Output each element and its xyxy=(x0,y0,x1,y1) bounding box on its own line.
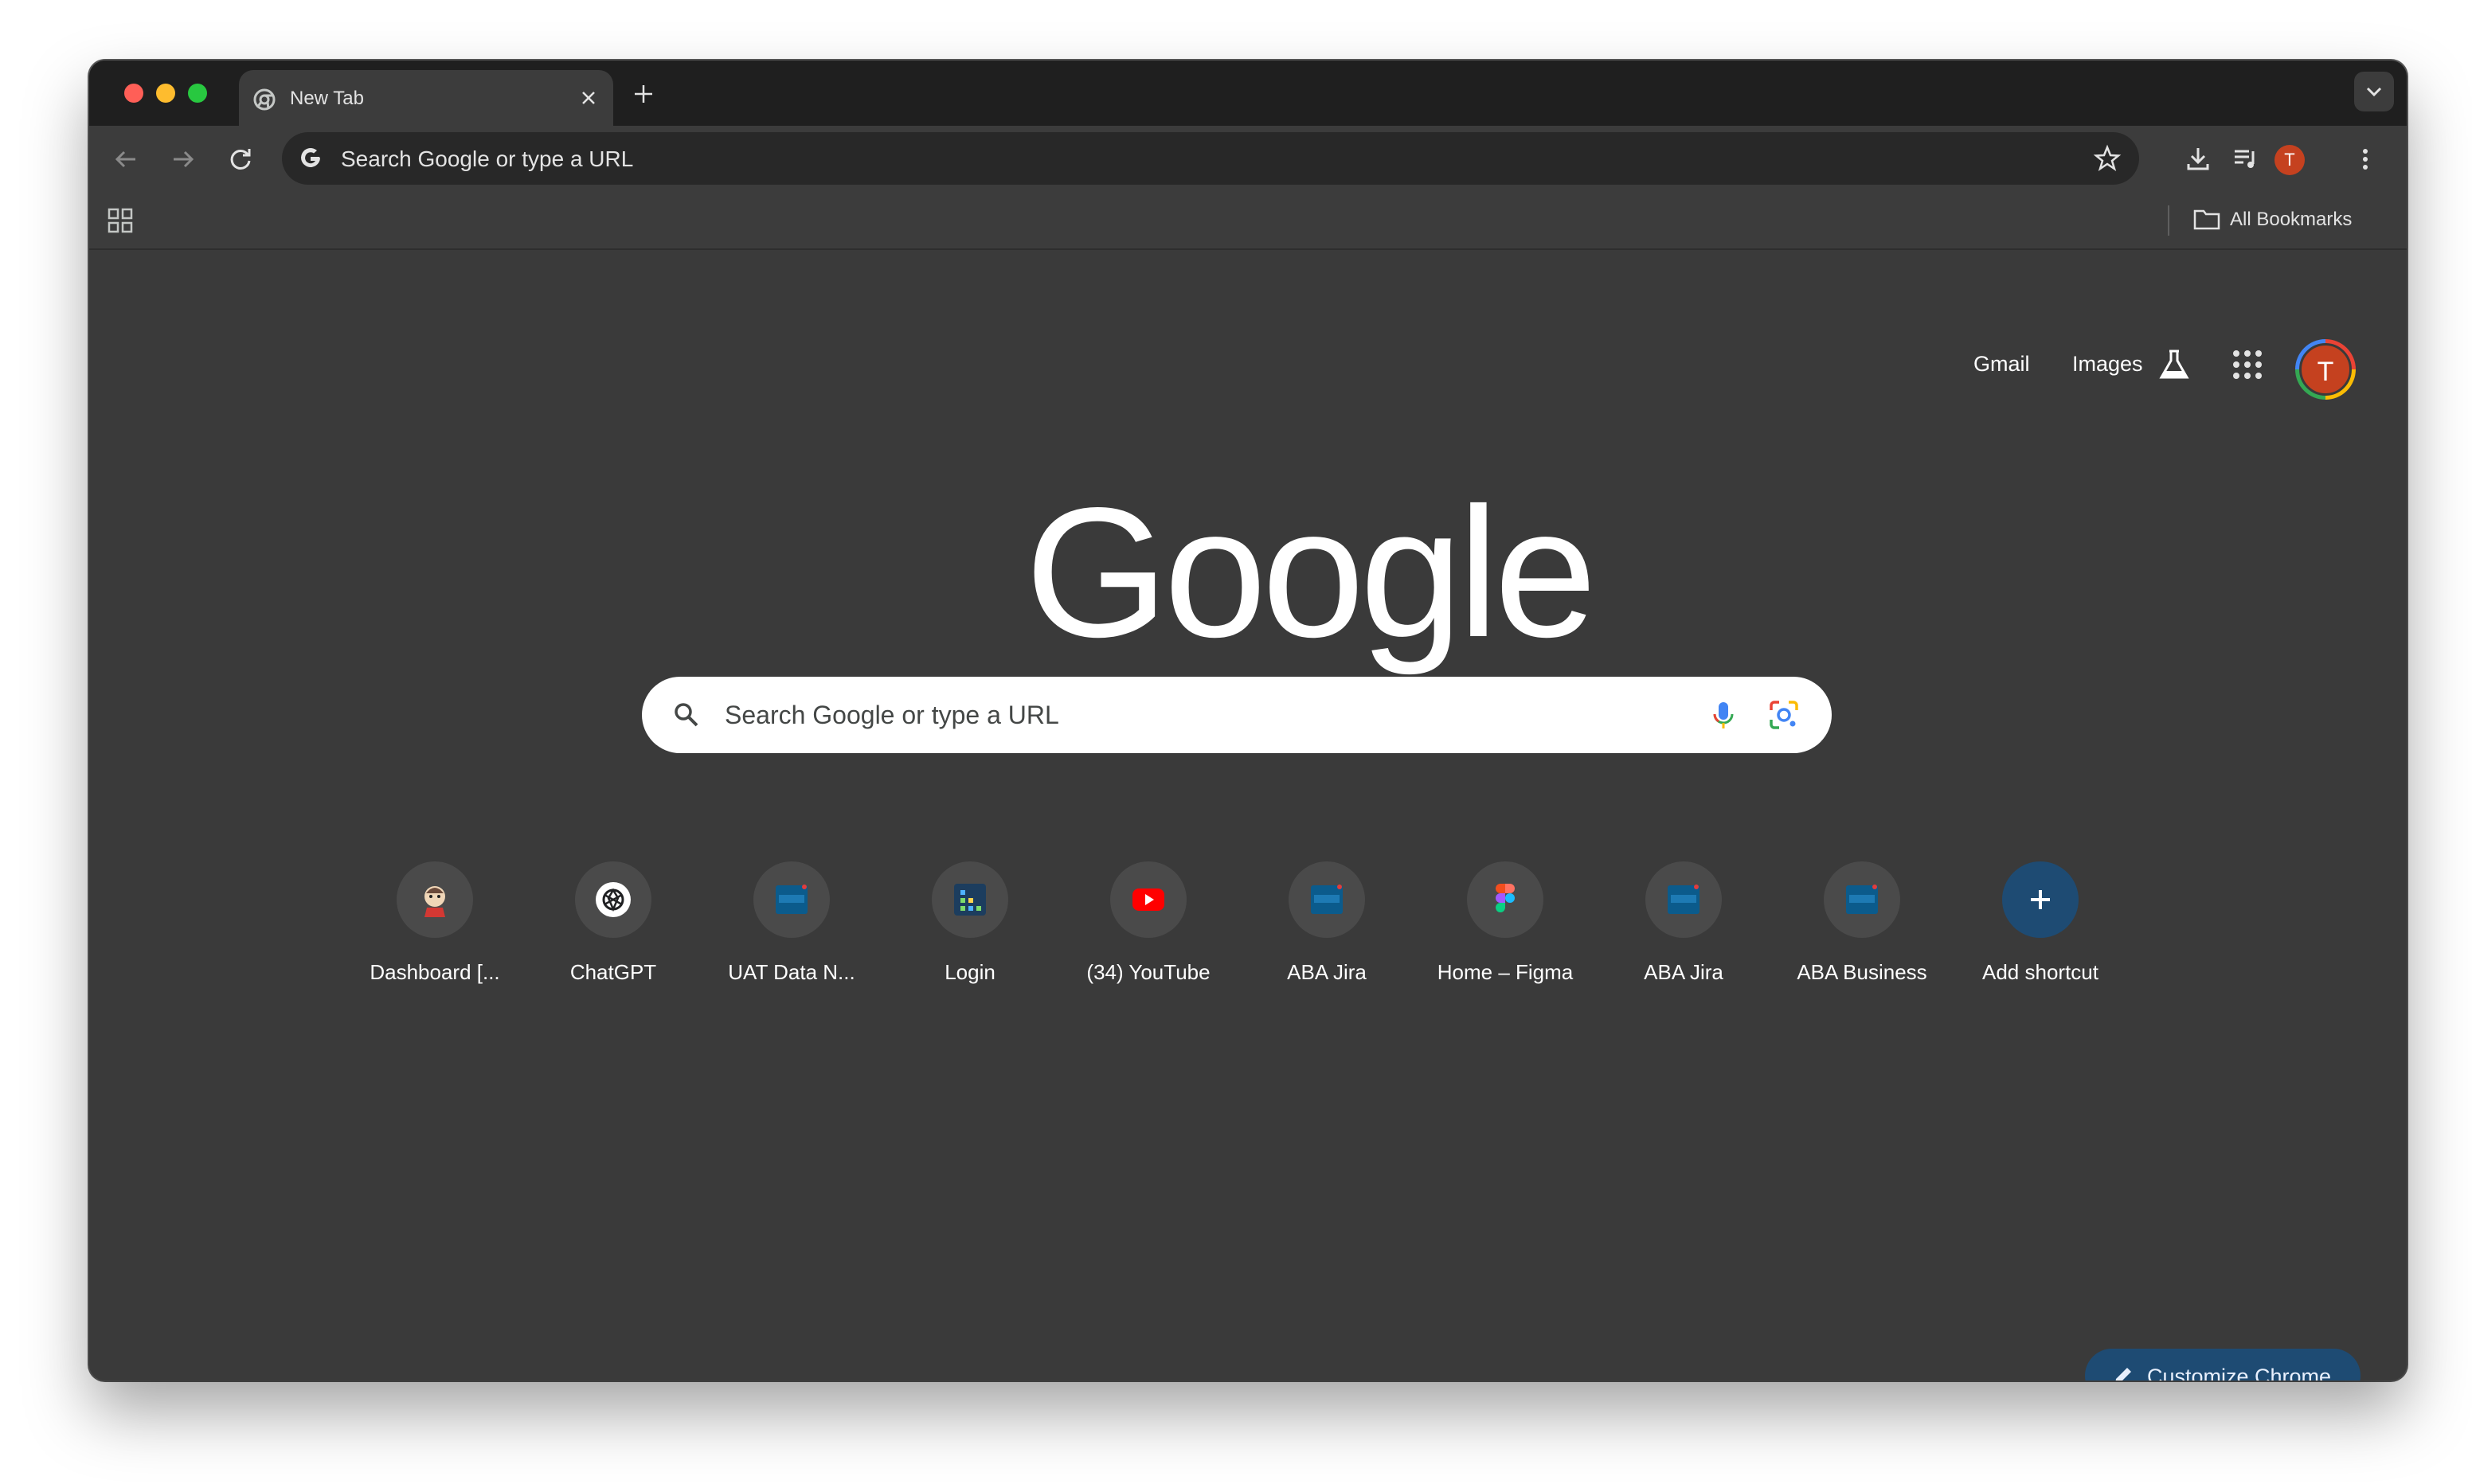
images-link[interactable]: Images xyxy=(2072,352,2143,377)
google-lens-icon[interactable] xyxy=(1766,697,1801,732)
shortcut-icon-circle xyxy=(1645,861,1722,938)
google-g-icon xyxy=(301,147,320,167)
tab-search-button[interactable] xyxy=(2354,72,2394,111)
shortcut-tile[interactable]: Login xyxy=(881,861,1059,997)
close-window-button[interactable] xyxy=(124,84,143,103)
close-tab-icon[interactable] xyxy=(580,89,597,107)
shortcut-label: ABA Jira xyxy=(1287,960,1367,984)
back-button[interactable] xyxy=(111,145,140,174)
openai-icon xyxy=(596,882,631,917)
search-box[interactable]: Search Google or type a URL xyxy=(642,677,1832,753)
more-menu-icon[interactable] xyxy=(2351,145,2380,174)
shortcut-label: Dashboard [... xyxy=(370,960,500,984)
tab-title: New Tab xyxy=(290,88,364,109)
shortcut-tile[interactable]: Home – Figma xyxy=(1416,861,1594,997)
shortcut-tile[interactable]: ABA Jira xyxy=(1238,861,1416,997)
bookmark-star-icon[interactable] xyxy=(2093,144,2122,173)
search-icon xyxy=(675,703,698,727)
omnibox-placeholder: Search Google or type a URL xyxy=(341,146,634,171)
all-bookmarks-link[interactable]: All Bookmarks xyxy=(2230,209,2352,231)
maximize-window-button[interactable] xyxy=(188,84,207,103)
shortcut-label: ABA Jira xyxy=(1644,960,1723,984)
shortcut-icon-circle xyxy=(1824,861,1900,938)
shortcut-icon-circle xyxy=(932,861,1008,938)
google-apps-icon[interactable] xyxy=(2231,349,2263,381)
shortcut-label: UAT Data N... xyxy=(728,960,855,984)
shortcut-label: ABA Business xyxy=(1797,960,1927,984)
aba-bank-icon xyxy=(1311,885,1343,914)
shortcut-tile[interactable]: UAT Data N... xyxy=(702,861,881,997)
shortcut-tile[interactable]: ChatGPT xyxy=(524,861,702,997)
aba-bank-icon xyxy=(1668,885,1699,914)
minimize-window-button[interactable] xyxy=(156,84,175,103)
shortcut-label: (34) YouTube xyxy=(1086,960,1211,984)
shortcut-tile[interactable]: Dashboard [... xyxy=(346,861,524,997)
account-avatar[interactable]: T xyxy=(2299,343,2352,396)
shortcut-tile[interactable]: ABA Jira xyxy=(1594,861,1773,997)
aba-bank-icon xyxy=(1846,885,1878,914)
omnibox[interactable]: Search Google or type a URL xyxy=(282,132,2139,185)
tab-new-tab[interactable]: New Tab xyxy=(239,70,613,126)
profile-button[interactable]: T xyxy=(2274,145,2305,175)
forward-button[interactable] xyxy=(169,145,198,174)
customize-chrome-button[interactable]: Customize Chrome xyxy=(2085,1349,2361,1381)
shortcut-icon-circle xyxy=(1289,861,1365,938)
bookmarks-bar: All Bookmarks xyxy=(89,193,2407,250)
shortcut-label: Home – Figma xyxy=(1437,960,1574,984)
folder-icon[interactable] xyxy=(2193,207,2220,231)
tab-strip: New Tab xyxy=(89,61,2407,126)
shortcut-icon-circle xyxy=(397,861,473,938)
shortcut-label: Login xyxy=(945,960,995,984)
plus-icon xyxy=(2031,890,2050,909)
google-logo: Google xyxy=(1025,470,1597,676)
new-tab-page: Gmail Images T Google Search Google or t… xyxy=(89,250,2407,1381)
chrome-icon xyxy=(253,88,276,111)
labs-flask-icon[interactable] xyxy=(2157,347,2192,382)
browser-window: New Tab Search Google or type a URL T Al… xyxy=(89,61,2407,1381)
aba-bank-icon xyxy=(776,885,808,914)
downloads-icon[interactable] xyxy=(2184,145,2212,174)
shortcut-label: Add shortcut xyxy=(1982,960,2098,984)
chevron-down-icon xyxy=(2366,87,2382,97)
voice-search-icon[interactable] xyxy=(1706,697,1741,732)
add-shortcut-tile[interactable]: Add shortcut xyxy=(1951,861,2130,997)
shortcut-tile[interactable]: ABA Business xyxy=(1773,861,1951,997)
shortcut-icon-circle xyxy=(753,861,830,938)
shortcut-icon-circle xyxy=(1467,861,1543,938)
shortcut-icon-circle xyxy=(1110,861,1187,938)
figma-icon xyxy=(1496,884,1515,912)
reload-button[interactable] xyxy=(226,145,255,174)
apps-grid-icon[interactable] xyxy=(107,207,134,234)
media-control-icon[interactable] xyxy=(2231,145,2260,174)
login-app-icon xyxy=(954,884,986,916)
pencil-icon xyxy=(2115,1368,2131,1381)
gmail-link[interactable]: Gmail xyxy=(1973,352,2030,377)
new-tab-button[interactable] xyxy=(632,83,655,105)
shortcut-icon-circle xyxy=(575,861,651,938)
customize-chrome-label: Customize Chrome xyxy=(2147,1365,2332,1381)
bookmarks-divider xyxy=(2168,205,2169,236)
shortcut-icon-circle xyxy=(2002,861,2079,938)
search-placeholder: Search Google or type a URL xyxy=(725,701,1059,729)
jenkins-icon xyxy=(424,886,445,917)
shortcut-tile[interactable]: (34) YouTube xyxy=(1059,861,1238,997)
youtube-icon xyxy=(1132,888,1164,911)
shortcut-label: ChatGPT xyxy=(569,960,657,984)
